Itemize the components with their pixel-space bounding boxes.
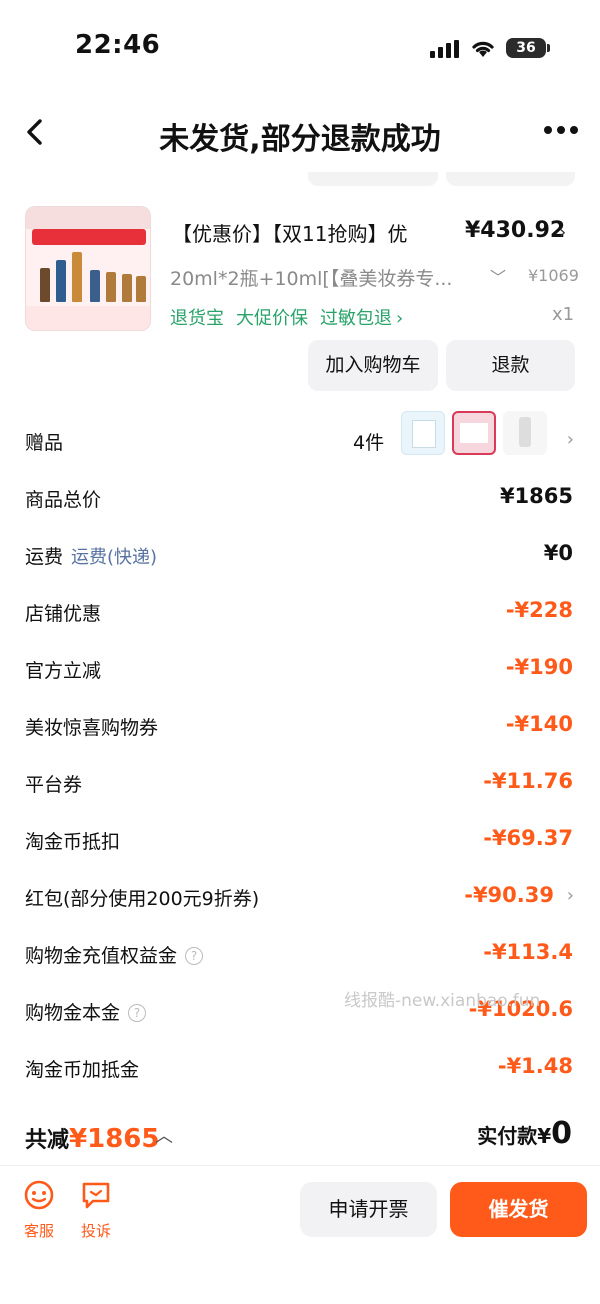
- red-packet-row[interactable]: 红包(部分使用200元9折券) -¥90.39 ›: [0, 870, 600, 927]
- reduction-label: 共减: [25, 1128, 70, 1153]
- gold-coin-row: 淘金币抵扣 -¥69.37: [0, 813, 600, 870]
- platform-coupon-row: 平台券 -¥11.76: [0, 756, 600, 813]
- row-value: ¥0: [543, 541, 573, 565]
- complaint-label: 投诉: [80, 1222, 111, 1240]
- customer-service-label: 客服: [23, 1222, 54, 1240]
- payment-label: 实付款¥: [477, 1124, 552, 1148]
- original-price: ¥1069: [528, 266, 579, 285]
- tag-allergy-return: 过敏包退: [320, 308, 392, 329]
- row-label: 运费 运费(快递): [25, 542, 157, 569]
- payment-amount: 0: [551, 1116, 572, 1151]
- gift-label: 赠品: [25, 432, 64, 454]
- chevron-down-icon[interactable]: ﹀: [490, 264, 506, 288]
- row-label: 美妆惊喜购物券: [25, 717, 159, 739]
- row-value: -¥90.39: [464, 883, 554, 907]
- product-price: ¥430.92: [465, 218, 566, 243]
- refund-button[interactable]: 退款: [446, 340, 575, 391]
- add-to-cart-button[interactable]: 加入购物车: [308, 340, 438, 391]
- store-discount-row: 店铺优惠 -¥228: [0, 585, 600, 642]
- chevron-right-icon[interactable]: ›: [567, 885, 574, 906]
- watermark: 线报酷-new.xianbao.fun: [344, 991, 541, 1011]
- previous-item-button[interactable]: [308, 172, 438, 186]
- shopping-gold-bonus-row: 购物金充值权益金? -¥113.4: [0, 927, 600, 984]
- chevron-right-icon[interactable]: ›: [567, 429, 574, 450]
- signal-icon: [430, 40, 462, 58]
- total-reduction[interactable]: 共减¥1865: [25, 1122, 159, 1154]
- row-label: 购物金充值权益金?: [25, 941, 204, 968]
- gift-image[interactable]: [401, 411, 445, 455]
- help-icon[interactable]: ?: [185, 947, 204, 965]
- shipping-method: 运费(快递): [71, 547, 158, 568]
- reduction-amount: ¥1865: [69, 1124, 160, 1154]
- order-summary: 共减¥1865 ︿ 实付款¥0: [0, 1112, 600, 1162]
- status-time: 22:46: [75, 30, 161, 60]
- page-title: 未发货,部分退款成功: [159, 122, 441, 157]
- help-icon[interactable]: ?: [128, 1004, 147, 1022]
- gift-count: 4件: [353, 432, 385, 454]
- product-image[interactable]: [25, 206, 151, 331]
- row-value: -¥228: [505, 598, 573, 622]
- tag-price-protection: 大促价保: [236, 308, 308, 329]
- row-label: 店铺优惠: [25, 603, 102, 625]
- product-title[interactable]: 【优惠价】【双11抢购】优: [172, 218, 442, 247]
- row-value: -¥190: [505, 655, 573, 679]
- row-value: -¥11.76: [483, 769, 573, 793]
- status-bar: 22:46 36: [0, 0, 600, 96]
- battery-icon: 36: [506, 38, 550, 58]
- beauty-coupon-row: 美妆惊喜购物券 -¥140: [0, 699, 600, 756]
- row-label: 淘金币加抵金: [25, 1059, 140, 1081]
- row-label: 淘金币抵扣: [25, 831, 121, 853]
- customer-service-button[interactable]: 客服: [14, 1180, 64, 1241]
- wifi-icon: [472, 41, 494, 57]
- previous-item-button[interactable]: [446, 172, 575, 186]
- gift-image[interactable]: [452, 411, 496, 455]
- row-label: 商品总价: [25, 489, 102, 511]
- row-label: 购物金本金?: [25, 998, 147, 1025]
- bottom-action-bar: 客服 投诉 申请开票 催发货: [0, 1165, 600, 1304]
- more-icon[interactable]: [544, 126, 578, 136]
- chevron-up-icon[interactable]: ︿: [155, 1122, 173, 1148]
- nav-bar: 未发货,部分退款成功: [0, 96, 600, 176]
- shipping-label: 运费: [25, 546, 64, 568]
- product-spec[interactable]: 20ml*2瓶+10ml[【叠美妆券专...: [170, 264, 470, 291]
- service-tags[interactable]: 退货宝 大促价保 过敏包退 ›: [170, 304, 415, 330]
- complaint-icon: [82, 1182, 110, 1209]
- row-label: 红包(部分使用200元9折券): [25, 888, 260, 910]
- request-invoice-button[interactable]: 申请开票: [300, 1182, 437, 1237]
- row-value: -¥113.4: [483, 940, 573, 964]
- gift-row[interactable]: 赠品 4件 ›: [0, 411, 600, 471]
- official-discount-row: 官方立减 -¥190: [0, 642, 600, 699]
- row-value: -¥69.37: [483, 826, 573, 850]
- shipping-row: 运费 运费(快递) ¥0: [0, 528, 600, 585]
- row-label: 平台券: [25, 774, 83, 796]
- tag-return-insurance: 退货宝: [170, 308, 224, 329]
- complaint-button[interactable]: 投诉: [71, 1180, 121, 1241]
- product-quantity: x1: [552, 304, 575, 325]
- row-label: 官方立减: [25, 660, 102, 682]
- actual-payment: 实付款¥0: [477, 1116, 572, 1151]
- product-card[interactable]: 【优惠价】【双11抢购】优 ¥430.92 › 20ml*2瓶+10ml[【叠美…: [0, 200, 600, 400]
- chevron-right-icon[interactable]: ›: [559, 222, 566, 243]
- urge-shipment-button[interactable]: 催发货: [450, 1182, 587, 1237]
- row-value: -¥1.48: [497, 1054, 573, 1078]
- customer-service-icon: [24, 1180, 54, 1210]
- principal-label: 购物金本金: [25, 1002, 121, 1024]
- gift-image[interactable]: [503, 411, 547, 455]
- bonus-label: 购物金充值权益金: [25, 945, 178, 967]
- row-value: -¥140: [505, 712, 573, 736]
- chevron-right-icon: ›: [396, 308, 404, 329]
- gold-coin-extra-row: 淘金币加抵金 -¥1.48: [0, 1041, 600, 1098]
- total-price-row: 商品总价 ¥1865: [0, 471, 600, 528]
- row-value: ¥1865: [499, 484, 573, 508]
